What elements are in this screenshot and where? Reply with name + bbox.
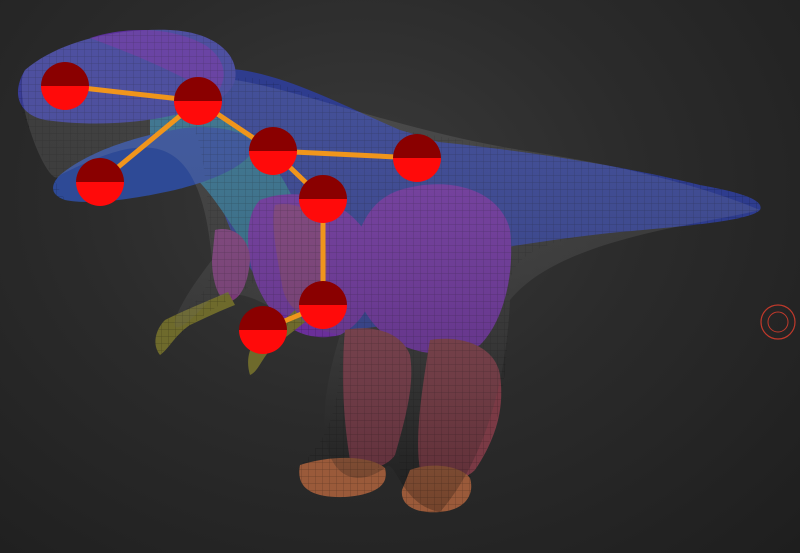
brush-cursor xyxy=(760,304,796,340)
joint-spine-back[interactable] xyxy=(393,134,441,182)
joint-jaw-hinge[interactable] xyxy=(174,77,222,125)
joint-elbow[interactable] xyxy=(299,281,347,329)
3d-viewport[interactable] xyxy=(0,0,800,553)
joint-shoulder[interactable] xyxy=(299,175,347,223)
joint-upper-jaw-tip[interactable] xyxy=(41,62,89,110)
joint-lower-jaw-tip[interactable] xyxy=(76,158,124,206)
viewport-canvas[interactable] xyxy=(0,0,800,553)
model-shading xyxy=(21,29,760,513)
joint-neck-base[interactable] xyxy=(249,127,297,175)
joint-wrist[interactable] xyxy=(239,306,287,354)
trex-model[interactable] xyxy=(17,29,761,513)
